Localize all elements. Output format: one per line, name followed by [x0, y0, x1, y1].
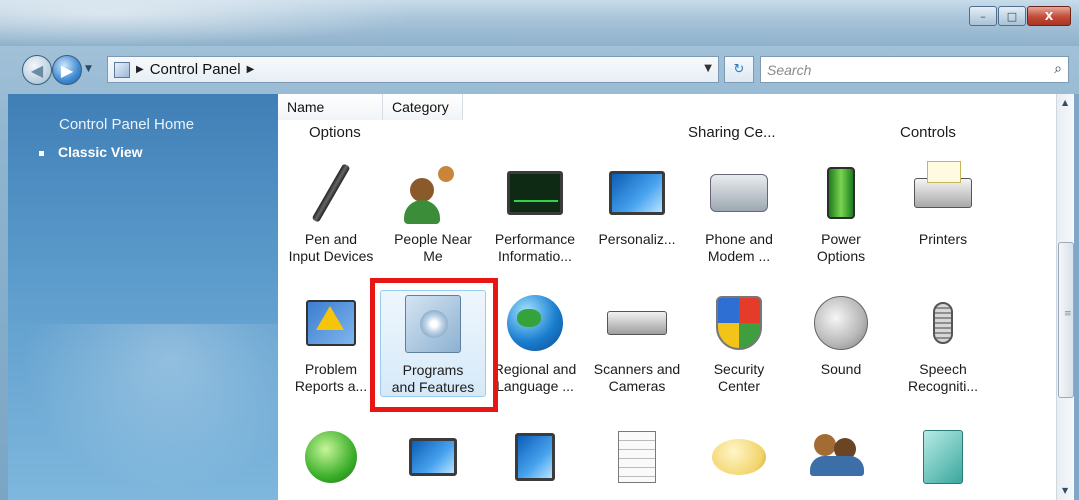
item-welcome-center[interactable]: [890, 424, 996, 490]
item-sound[interactable]: Sound: [788, 290, 894, 378]
item-performance[interactable]: Performance Informatio...: [482, 160, 588, 265]
search-icon[interactable]: ⌕: [1054, 61, 1062, 77]
vertical-scrollbar[interactable]: ▲ ≡ ▼: [1056, 94, 1074, 500]
item-label: Power Options: [816, 231, 866, 264]
scanner-camera-icon: [604, 290, 670, 356]
maximize-button[interactable]: □: [998, 6, 1026, 26]
item-taskbar[interactable]: [584, 424, 690, 490]
item-label: Performance Informatio...: [494, 231, 576, 264]
close-button[interactable]: X: [1027, 6, 1071, 26]
item-label: Security Center: [713, 361, 765, 394]
people-near-me-icon: [400, 160, 466, 226]
scroll-down-icon[interactable]: ▼: [1062, 486, 1068, 495]
forward-button[interactable]: ▶: [52, 55, 82, 85]
power-battery-icon: [808, 160, 874, 226]
caption-buttons: – □ X: [968, 6, 1071, 26]
address-dropdown-icon[interactable]: ▼: [704, 63, 712, 74]
item-sync-center[interactable]: [278, 424, 384, 490]
scroll-thumb[interactable]: ≡: [1058, 242, 1074, 398]
back-button[interactable]: ◀: [22, 55, 52, 85]
item-tablet-pc[interactable]: [482, 424, 588, 490]
item-label: People Near Me: [394, 231, 472, 264]
partial-label-options[interactable]: Options: [309, 124, 361, 141]
items-view: Name Category Options Sharing Ce... Cont…: [278, 94, 1056, 500]
item-label: Printers: [918, 231, 968, 247]
column-headers: Name Category: [278, 94, 1056, 120]
item-personalization[interactable]: Personaliz...: [584, 160, 690, 248]
regional-globe-icon: [502, 290, 568, 356]
scroll-up-icon[interactable]: ▲: [1062, 98, 1068, 107]
minimize-button[interactable]: –: [969, 6, 997, 26]
window-border: [1074, 94, 1079, 500]
item-label: Speech Recogniti...: [907, 361, 979, 394]
text-to-speech-icon: [706, 424, 772, 490]
partial-label-controls[interactable]: Controls: [900, 124, 956, 141]
item-speech-recognition[interactable]: Speech Recogniti...: [890, 290, 996, 395]
item-text-to-speech[interactable]: [686, 424, 792, 490]
taskbar-icon: [604, 424, 670, 490]
item-scanners-cameras[interactable]: Scanners and Cameras: [584, 290, 690, 395]
explorer-window: – □ X ◀ ▶ ▼ ▶ Control Panel ▶ ▼ ↻ ⌕ Cont…: [0, 0, 1079, 500]
speaker-icon: [808, 290, 874, 356]
sync-center-icon: [298, 424, 364, 490]
search-box: ⌕: [760, 56, 1069, 83]
item-printers[interactable]: Printers: [890, 160, 996, 248]
phone-modem-icon: [706, 160, 772, 226]
system-icon: [400, 424, 466, 490]
welcome-center-icon: [910, 424, 976, 490]
column-header-name[interactable]: Name: [278, 94, 383, 120]
control-panel-small-icon: [114, 61, 130, 78]
item-label: Personaliz...: [598, 231, 676, 247]
item-label: Pen and Input Devices: [288, 231, 374, 264]
breadcrumb-control-panel[interactable]: Control Panel: [150, 61, 241, 78]
task-pane: Control Panel Home Classic View: [8, 94, 278, 500]
user-accounts-icon: [808, 424, 874, 490]
item-pen-input[interactable]: Pen and Input Devices: [278, 160, 384, 265]
item-people-near-me[interactable]: People Near Me: [380, 160, 486, 265]
item-power-options[interactable]: Power Options: [788, 160, 894, 265]
item-phone-modem[interactable]: Phone and Modem ...: [686, 160, 792, 265]
printer-icon: [910, 160, 976, 226]
column-header-category[interactable]: Category: [383, 94, 463, 120]
classic-view-label: Classic View: [58, 144, 143, 160]
address-row: ◀ ▶ ▼ ▶ Control Panel ▶ ▼ ↻ ⌕: [0, 46, 1079, 94]
pen-icon: [298, 160, 364, 226]
address-bar[interactable]: ▶ Control Panel ▶ ▼: [107, 56, 719, 83]
refresh-button[interactable]: ↻: [724, 56, 754, 83]
breadcrumb-chevron-icon[interactable]: ▶: [247, 64, 255, 75]
breadcrumb-chevron-icon[interactable]: ▶: [136, 64, 144, 75]
personalization-icon: [604, 160, 670, 226]
microphone-icon: [910, 290, 976, 356]
highlight-box: [370, 278, 498, 412]
item-label: Problem Reports a...: [294, 361, 368, 394]
control-panel-home-link[interactable]: Control Panel Home: [59, 116, 194, 133]
grip-icon: ≡: [1064, 309, 1072, 319]
search-input[interactable]: [767, 58, 1037, 81]
problem-reports-icon: [298, 290, 364, 356]
item-security-center[interactable]: Security Center: [686, 290, 792, 395]
item-label: Sound: [820, 361, 862, 377]
tablet-pc-icon: [502, 424, 568, 490]
performance-monitor-icon: [502, 160, 568, 226]
item-problem-reports[interactable]: Problem Reports a...: [278, 290, 384, 395]
item-system[interactable]: [380, 424, 486, 490]
partial-label-sharing[interactable]: Sharing Ce...: [688, 124, 776, 141]
item-label: Phone and Modem ...: [705, 231, 773, 264]
bullet-icon: [39, 150, 44, 156]
item-user-accounts[interactable]: [788, 424, 894, 490]
security-shield-icon: [706, 290, 772, 356]
recent-pages-dropdown[interactable]: ▼: [85, 64, 92, 74]
item-label: Scanners and Cameras: [593, 361, 681, 394]
classic-view-link[interactable]: Classic View: [39, 144, 143, 160]
title-bar: – □ X: [0, 0, 1079, 46]
